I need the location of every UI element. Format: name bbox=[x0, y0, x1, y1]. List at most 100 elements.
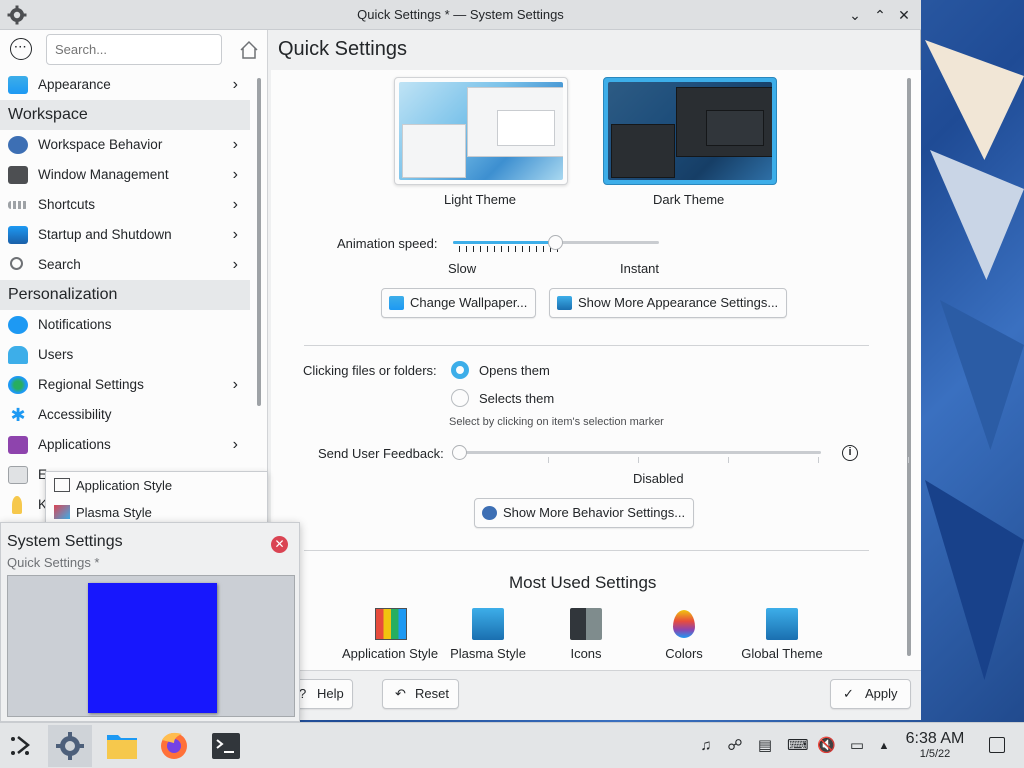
accessibility-icon: ✱ bbox=[10, 405, 26, 425]
button-label: Help bbox=[317, 686, 344, 701]
slider-knob[interactable] bbox=[548, 235, 563, 250]
sidebar-item-appearance[interactable]: Appearance › bbox=[0, 70, 250, 100]
sidebar-item-label: Users bbox=[38, 347, 74, 362]
terminal-icon bbox=[212, 733, 240, 759]
opens-them-radio[interactable] bbox=[451, 361, 469, 379]
feedback-value-label: Disabled bbox=[633, 471, 684, 486]
slider-tick bbox=[638, 457, 639, 463]
show-more-appearance-button[interactable]: Show More Appearance Settings... bbox=[549, 288, 788, 318]
show-more-behavior-button[interactable]: Show More Behavior Settings... bbox=[474, 498, 695, 528]
tile-label: Icons bbox=[570, 646, 602, 661]
task-terminal[interactable] bbox=[204, 725, 248, 767]
opens-them-label[interactable]: Opens them bbox=[479, 363, 550, 378]
sidebar-list: Appearance › Workspace Workspace Behavior… bbox=[0, 70, 250, 520]
wallpaper-icon bbox=[389, 296, 404, 310]
taskbar: ♫ ☍ ▤ ⌨ 🔇 ▭ ▲ 6:38 AM 1/5/22 bbox=[0, 722, 1024, 768]
key-icon bbox=[12, 496, 22, 514]
slider-tick bbox=[508, 246, 509, 252]
maximize-button[interactable]: ⌃ bbox=[871, 6, 889, 24]
sidebar-item-startup-and-shutdown[interactable]: Startup and Shutdown › bbox=[0, 220, 250, 250]
sidebar-item-window-management[interactable]: Window Management › bbox=[0, 160, 250, 190]
category-personalization: Personalization bbox=[0, 280, 250, 310]
sidebar-item-applications[interactable]: Applications › bbox=[0, 430, 250, 460]
slider-knob[interactable] bbox=[452, 445, 467, 460]
selects-them-label[interactable]: Selects them bbox=[479, 391, 554, 406]
chevron-up-icon: ⌃ bbox=[874, 7, 886, 23]
clicking-files-label: Clicking files or folders: bbox=[303, 363, 437, 378]
application-style-icon bbox=[375, 608, 407, 640]
tile-label: Application Style bbox=[341, 646, 439, 661]
content-scrollbar[interactable] bbox=[907, 78, 911, 656]
volume-muted-icon[interactable]: 🔇 bbox=[817, 737, 836, 755]
show-desktop-button[interactable] bbox=[989, 737, 1005, 753]
plasma-style-icon bbox=[54, 505, 70, 519]
sidebar-item-search[interactable]: Search › bbox=[0, 250, 250, 280]
more-icon: ··· bbox=[14, 42, 28, 53]
sidebar-item-users[interactable]: Users bbox=[0, 340, 250, 370]
info-icon[interactable]: i bbox=[842, 445, 858, 461]
application-launcher-button[interactable] bbox=[0, 725, 44, 767]
close-button[interactable]: ✕ bbox=[895, 6, 913, 24]
search-input[interactable] bbox=[46, 34, 222, 65]
slider-fill bbox=[453, 241, 556, 244]
sidebar-item-label: Startup and Shutdown bbox=[38, 227, 172, 242]
reset-icon: ↶ bbox=[395, 686, 406, 701]
folder-icon bbox=[107, 735, 137, 759]
slider-tick bbox=[548, 457, 549, 463]
sidebar-item-workspace-behavior[interactable]: Workspace Behavior › bbox=[0, 130, 250, 160]
slider-tick bbox=[487, 246, 488, 252]
button-label: Change Wallpaper... bbox=[410, 295, 528, 310]
close-icon[interactable]: ✕ bbox=[271, 536, 288, 553]
sidebar-item-label: Accessibility bbox=[38, 407, 112, 422]
gear-icon bbox=[482, 506, 497, 520]
slider-tick bbox=[908, 457, 909, 463]
kde-connect-icon[interactable]: ☍ bbox=[726, 737, 744, 755]
button-label: Show More Appearance Settings... bbox=[578, 295, 779, 310]
sidebar-item-label: Window Management bbox=[38, 167, 169, 182]
reset-button[interactable]: ↶ Reset bbox=[382, 679, 459, 709]
slider-tick bbox=[494, 246, 495, 252]
firefox-icon bbox=[161, 732, 187, 759]
sidebar-item-label: Appearance bbox=[38, 77, 111, 92]
chevron-right-icon: › bbox=[232, 136, 238, 153]
sidebar-scrollbar[interactable] bbox=[257, 78, 261, 406]
light-theme-card[interactable] bbox=[394, 77, 568, 185]
icons-icon bbox=[570, 608, 602, 640]
slider-track bbox=[459, 451, 821, 454]
change-wallpaper-button[interactable]: Change Wallpaper... bbox=[381, 288, 537, 318]
button-label: Apply bbox=[865, 686, 898, 701]
sidebar-item-notifications[interactable]: Notifications bbox=[0, 310, 250, 340]
dark-theme-card[interactable] bbox=[603, 77, 777, 185]
window-management-icon bbox=[8, 166, 28, 184]
selects-them-radio[interactable] bbox=[451, 389, 469, 407]
home-icon[interactable] bbox=[238, 39, 260, 61]
digital-clock[interactable]: 6:38 AM 1/5/22 bbox=[898, 730, 972, 760]
sidebar-item-accessibility[interactable]: ✱ Accessibility bbox=[0, 400, 250, 430]
page-title: Quick Settings bbox=[278, 38, 407, 60]
window-thumbnail[interactable] bbox=[7, 575, 295, 717]
users-icon bbox=[8, 346, 28, 364]
minimize-button[interactable]: ⌄ bbox=[846, 6, 864, 24]
popup-item-application-style[interactable]: Application Style bbox=[46, 472, 267, 499]
slider-tick bbox=[473, 246, 474, 252]
applications-icon bbox=[8, 436, 28, 454]
chevron-right-icon: › bbox=[232, 226, 238, 243]
task-file-manager[interactable] bbox=[100, 725, 144, 767]
launcher-icon bbox=[11, 736, 31, 755]
clipboard-icon[interactable]: ▤ bbox=[756, 737, 774, 755]
expand-tray-icon[interactable]: ▲ bbox=[875, 737, 893, 755]
apply-button[interactable]: ✓ Apply bbox=[830, 679, 911, 709]
sidebar-item-shortcuts[interactable]: Shortcuts › bbox=[0, 190, 250, 220]
hover-popup-menu: Application Style Plasma Style bbox=[45, 471, 268, 525]
notifications-tray-icon[interactable]: ♫ bbox=[697, 737, 715, 755]
sidebar-item-regional-settings[interactable]: Regional Settings › bbox=[0, 370, 250, 400]
display-tray-icon[interactable]: ▭ bbox=[848, 737, 866, 755]
task-firefox[interactable] bbox=[152, 725, 196, 767]
task-system-settings[interactable] bbox=[48, 725, 92, 767]
dark-theme-preview bbox=[608, 82, 772, 180]
keyboard-icon[interactable]: ⌨ bbox=[787, 737, 809, 755]
sidebar-item-label: Shortcuts bbox=[38, 197, 96, 212]
slider-tick bbox=[543, 246, 544, 252]
tile-label: Global Theme bbox=[741, 646, 823, 661]
hamburger-menu-button[interactable]: ··· bbox=[10, 38, 32, 60]
